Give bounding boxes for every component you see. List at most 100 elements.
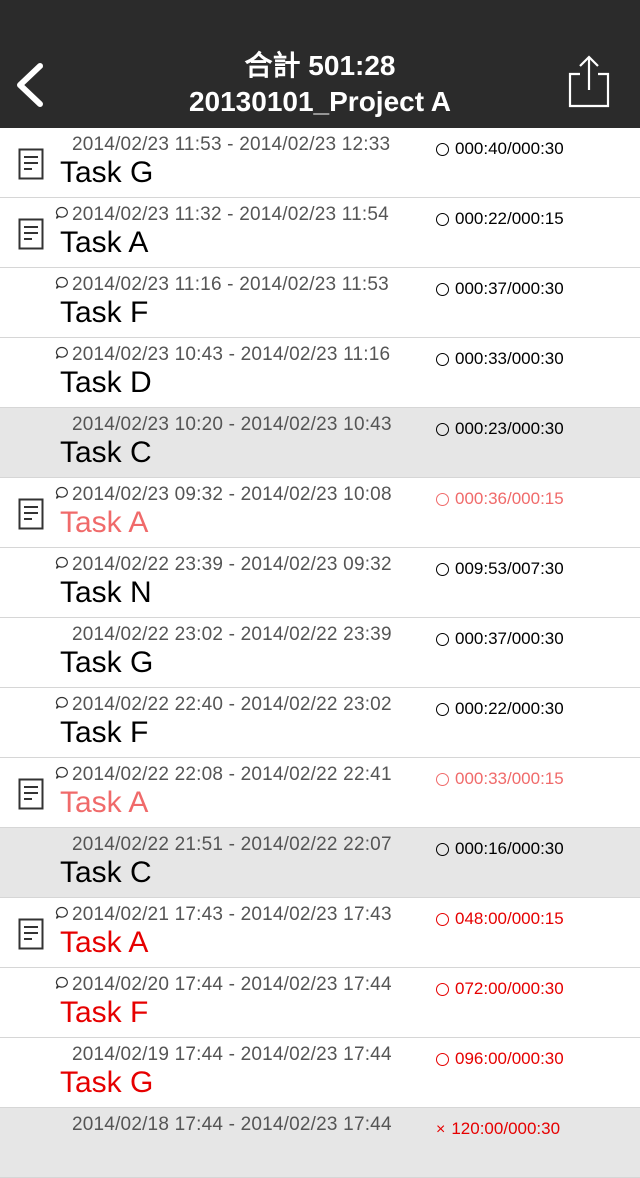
time-entry-row[interactable]: 2014/02/22 23:39 - 2014/02/23 09:32 Task … (0, 548, 640, 618)
comment-icon (55, 976, 68, 989)
page-title: 合計 501:28 20130101_Project A (100, 48, 540, 120)
comment-icon (55, 206, 68, 219)
task-name: Task A (60, 506, 149, 539)
duration-status: 000:22/000:30 (436, 699, 564, 719)
time-range: 2014/02/23 09:32 - 2014/02/23 10:08 (72, 484, 392, 505)
circle-icon (436, 213, 449, 226)
task-name: Task G (60, 156, 154, 189)
navigation-bar: 合計 501:28 20130101_Project A (0, 0, 640, 128)
time-entry-row[interactable]: 2014/02/23 11:32 - 2014/02/23 11:54 Task … (0, 198, 640, 268)
circle-icon (436, 423, 449, 436)
duration-value: 000:16/000:30 (455, 839, 564, 858)
task-name: Task C (60, 856, 152, 889)
time-entry-row[interactable]: 2014/02/22 22:08 - 2014/02/22 22:41 Task … (0, 758, 640, 828)
comment-icon (55, 766, 68, 779)
time-entry-row[interactable]: 2014/02/22 22:40 - 2014/02/22 23:02 Task … (0, 688, 640, 758)
duration-value: 000:33/000:30 (455, 349, 564, 368)
time-entry-list[interactable]: 2014/02/23 11:53 - 2014/02/23 12:33 Task … (0, 128, 640, 1178)
time-entry-row[interactable]: 2014/02/19 17:44 - 2014/02/23 17:44 Task … (0, 1038, 640, 1108)
circle-icon (436, 913, 449, 926)
task-name: Task G (60, 1066, 154, 1099)
circle-icon (436, 703, 449, 716)
time-range: 2014/02/22 22:08 - 2014/02/22 22:41 (72, 764, 392, 785)
comment-icon (55, 486, 68, 499)
duration-value: 000:22/000:30 (455, 699, 564, 718)
task-name: Task A (60, 926, 149, 959)
task-name: Task F (60, 716, 149, 749)
circle-icon (436, 633, 449, 646)
circle-icon (436, 143, 449, 156)
time-range: 2014/02/22 23:39 - 2014/02/23 09:32 (72, 554, 392, 575)
time-entry-row[interactable]: 2014/02/20 17:44 - 2014/02/23 17:44 Task … (0, 968, 640, 1038)
time-range: 2014/02/22 21:51 - 2014/02/22 22:07 (72, 834, 392, 855)
task-name: Task F (60, 996, 149, 1029)
task-name: Task F (60, 296, 149, 329)
comment-icon (55, 696, 68, 709)
comment-icon (55, 556, 68, 569)
duration-status: 072:00/000:30 (436, 979, 564, 999)
task-name: Task A (60, 786, 149, 819)
time-range: 2014/02/22 22:40 - 2014/02/22 23:02 (72, 694, 392, 715)
circle-icon (436, 983, 449, 996)
chevron-left-icon[interactable] (12, 60, 52, 110)
comment-icon (55, 276, 68, 289)
duration-status: 000:16/000:30 (436, 839, 564, 859)
duration-status: 000:37/000:30 (436, 629, 564, 649)
document-icon (18, 148, 44, 180)
duration-value: 000:37/000:30 (455, 629, 564, 648)
time-range: 2014/02/23 11:53 - 2014/02/23 12:33 (72, 134, 391, 155)
document-icon (18, 778, 44, 810)
duration-value: 048:00/000:15 (455, 909, 564, 928)
duration-status: 048:00/000:15 (436, 909, 564, 929)
document-icon (18, 218, 44, 250)
time-entry-row[interactable]: 2014/02/23 10:43 - 2014/02/23 11:16 Task … (0, 338, 640, 408)
duration-status: 000:23/000:30 (436, 419, 564, 439)
duration-status: 000:22/000:15 (436, 209, 564, 229)
comment-icon (55, 346, 68, 359)
duration-status: 000:37/000:30 (436, 279, 564, 299)
time-entry-row[interactable]: 2014/02/23 10:20 - 2014/02/23 10:43 Task … (0, 408, 640, 478)
duration-status: 000:33/000:30 (436, 349, 564, 369)
duration-status: × 120:00/000:30 (436, 1119, 560, 1139)
time-range: 2014/02/18 17:44 - 2014/02/23 17:44 (72, 1114, 392, 1135)
time-entry-row[interactable]: 2014/02/23 09:32 - 2014/02/23 10:08 Task … (0, 478, 640, 548)
duration-value: 072:00/000:30 (455, 979, 564, 998)
comment-icon (55, 906, 68, 919)
time-range: 2014/02/23 10:43 - 2014/02/23 11:16 (72, 344, 391, 365)
project-name-label: 20130101_Project A (188, 86, 452, 117)
duration-status: 000:40/000:30 (436, 139, 564, 159)
time-entry-row[interactable]: 2014/02/18 17:44 - 2014/02/23 17:44 × 120:… (0, 1108, 640, 1178)
time-range: 2014/02/23 10:20 - 2014/02/23 10:43 (72, 414, 392, 435)
time-entry-row[interactable]: 2014/02/22 23:02 - 2014/02/22 23:39 Task … (0, 618, 640, 688)
task-name: Task C (60, 436, 152, 469)
duration-value: 096:00/000:30 (455, 1049, 564, 1068)
task-name: Task N (60, 576, 152, 609)
time-entry-row[interactable]: 2014/02/23 11:16 - 2014/02/23 11:53 Task … (0, 268, 640, 338)
duration-status: 000:33/000:15 (436, 769, 564, 789)
circle-icon (436, 353, 449, 366)
time-entry-row[interactable]: 2014/02/23 11:53 - 2014/02/23 12:33 Task … (0, 128, 640, 198)
duration-value: 120:00/000:30 (451, 1119, 561, 1138)
duration-value: 000:33/000:15 (455, 769, 564, 788)
total-time-label: 合計 501:28 (244, 50, 396, 81)
document-icon (18, 918, 44, 950)
share-icon[interactable] (560, 54, 618, 112)
time-range: 2014/02/23 11:32 - 2014/02/23 11:54 (72, 204, 389, 225)
duration-value: 009:53/007:30 (455, 559, 564, 578)
time-range: 2014/02/19 17:44 - 2014/02/23 17:44 (72, 1044, 392, 1065)
task-name: Task A (60, 226, 149, 259)
duration-status: 009:53/007:30 (436, 559, 564, 579)
circle-icon (436, 773, 449, 786)
task-name: Task D (60, 366, 152, 399)
duration-value: 000:23/000:30 (455, 419, 564, 438)
cross-icon: × (436, 1121, 446, 1138)
duration-value: 000:40/000:30 (455, 139, 564, 158)
time-entry-row[interactable]: 2014/02/22 21:51 - 2014/02/22 22:07 Task … (0, 828, 640, 898)
duration-value: 000:36/000:15 (455, 489, 564, 508)
time-range: 2014/02/20 17:44 - 2014/02/23 17:44 (72, 974, 392, 995)
circle-icon (436, 1053, 449, 1066)
time-entry-row[interactable]: 2014/02/21 17:43 - 2014/02/23 17:43 Task … (0, 898, 640, 968)
time-range: 2014/02/22 23:02 - 2014/02/22 23:39 (72, 624, 392, 645)
document-icon (18, 498, 44, 530)
circle-icon (436, 493, 449, 506)
